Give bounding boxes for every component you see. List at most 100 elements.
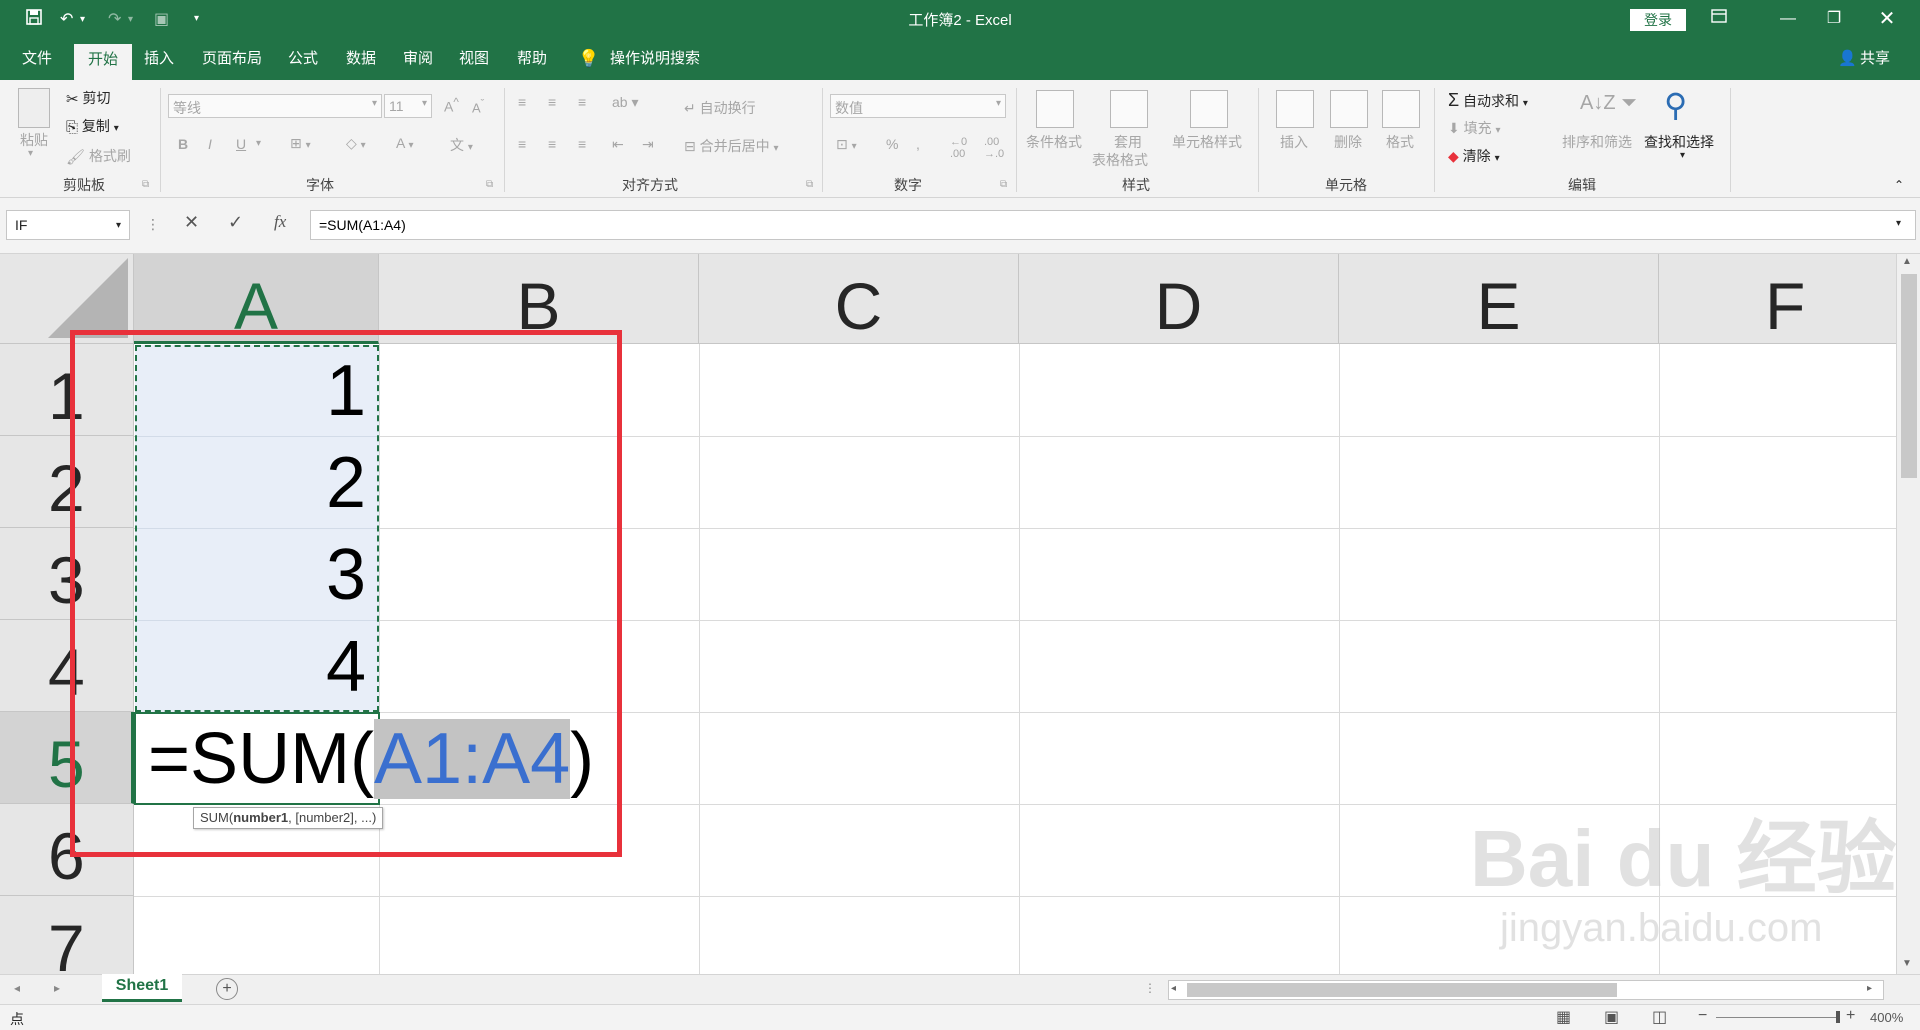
decrease-decimal-icon[interactable]: .00 →.0 xyxy=(984,136,1004,160)
comma-icon[interactable]: , xyxy=(916,136,920,152)
autosum-button[interactable]: Σ 自动求和 ▾ xyxy=(1448,90,1528,111)
clear-button[interactable]: ◆ 清除 ▾ xyxy=(1448,146,1500,166)
login-button[interactable]: 登录 xyxy=(1630,9,1686,31)
format-as-table-line1[interactable]: 套用 xyxy=(1114,132,1142,152)
minimize-icon[interactable]: — xyxy=(1773,6,1803,32)
conditional-format-icon[interactable] xyxy=(1036,90,1074,128)
decrease-indent-icon[interactable]: ⇤ xyxy=(612,136,624,153)
number-format-select[interactable]: 数值 ▾ xyxy=(830,94,1006,118)
border-icon[interactable]: ⊞ ▾ xyxy=(290,135,311,152)
collapse-ribbon-icon[interactable]: ⌃ xyxy=(1894,178,1904,192)
tab-help[interactable]: 帮助 xyxy=(517,49,547,77)
prev-sheet-icon[interactable]: ◂ xyxy=(14,981,20,995)
page-break-view-icon[interactable]: ◫ xyxy=(1652,1007,1667,1027)
align-bottom-icon[interactable]: ≡ xyxy=(578,94,586,110)
underline-button[interactable]: U xyxy=(236,136,246,152)
vertical-scroll-thumb[interactable] xyxy=(1901,274,1917,478)
find-dropdown-icon[interactable]: ▾ xyxy=(1680,150,1685,161)
align-center-icon[interactable]: ≡ xyxy=(548,136,556,152)
delete-cells-button[interactable]: 删除 xyxy=(1334,132,1362,152)
name-box[interactable]: IF ▾ xyxy=(6,210,130,240)
tab-insert[interactable]: 插入 xyxy=(144,49,174,77)
font-size-select[interactable]: 11 ▾ xyxy=(384,94,432,118)
copy-dropdown-icon[interactable]: ▾ xyxy=(114,123,119,134)
sort-filter-icon[interactable]: A↓Z ⏷ xyxy=(1580,92,1637,115)
format-cells-button[interactable]: 格式 xyxy=(1386,132,1414,152)
cell-styles-icon[interactable] xyxy=(1190,90,1228,128)
align-middle-icon[interactable]: ≡ xyxy=(548,94,556,110)
tab-data[interactable]: 数据 xyxy=(346,49,376,77)
sort-filter-button[interactable]: 排序和筛选 xyxy=(1562,132,1632,152)
format-cells-icon[interactable] xyxy=(1382,90,1420,128)
find-magnifier-icon[interactable]: ⚲ xyxy=(1664,86,1687,124)
insert-cells-icon[interactable] xyxy=(1276,90,1314,128)
close-icon[interactable]: ✕ xyxy=(1872,6,1902,32)
tab-review[interactable]: 审阅 xyxy=(403,49,433,77)
fill-button[interactable]: ⬇ 填充 ▾ xyxy=(1448,118,1501,138)
tab-home[interactable]: 开始 xyxy=(74,44,132,80)
column-header-f[interactable]: F xyxy=(1659,254,1896,344)
cancel-entry-icon[interactable]: ✕ xyxy=(184,212,199,233)
sheet-tab-sheet1[interactable]: Sheet1 xyxy=(102,974,182,1002)
increase-decimal-icon[interactable]: ←0.00 xyxy=(950,136,967,160)
format-painter-button[interactable]: 🖌 格式刷 xyxy=(66,146,131,166)
add-sheet-icon[interactable]: + xyxy=(216,978,238,1000)
scroll-right-icon[interactable]: ▸ xyxy=(1867,983,1872,994)
scroll-left-icon[interactable]: ◂ xyxy=(1171,983,1176,994)
zoom-in-icon[interactable]: + xyxy=(1846,1007,1855,1025)
format-as-table-icon[interactable] xyxy=(1110,90,1148,128)
merge-dropdown-icon[interactable]: ▾ xyxy=(774,143,779,154)
dialog-launcher-icon[interactable]: ⧉ xyxy=(1000,179,1007,190)
insert-function-icon[interactable]: fx xyxy=(274,212,286,232)
copy-button[interactable]: ⎘ 复制 ▾ xyxy=(66,116,119,136)
tab-formulas[interactable]: 公式 xyxy=(288,49,318,77)
formula-input[interactable]: =SUM(A1:A4) xyxy=(310,210,1916,240)
zoom-slider-thumb[interactable] xyxy=(1836,1011,1840,1023)
scroll-up-icon[interactable]: ▲ xyxy=(1902,256,1912,267)
worksheet-grid[interactable]: A B C D E F 1 2 3 4 5 6 7 1 2 3 4 =SUM(A… xyxy=(0,254,1896,974)
zoom-out-icon[interactable]: − xyxy=(1698,1007,1707,1025)
column-header-e[interactable]: E xyxy=(1339,254,1659,344)
bold-button[interactable]: B xyxy=(178,136,188,152)
find-select-button[interactable]: 查找和选择 xyxy=(1644,132,1714,152)
vertical-scrollbar[interactable]: ▲ ▼ xyxy=(1896,254,1920,974)
page-layout-view-icon[interactable]: ▣ xyxy=(1604,1007,1619,1027)
increase-font-icon[interactable]: A^ xyxy=(444,96,459,115)
restore-icon[interactable]: ❐ xyxy=(1819,6,1849,32)
row-header-7[interactable]: 7 xyxy=(0,896,134,974)
zoom-slider[interactable] xyxy=(1716,1017,1840,1018)
column-header-c[interactable]: C xyxy=(699,254,1019,344)
merge-center-button[interactable]: ⊟ 合并后居中 ▾ xyxy=(684,136,779,156)
horizontal-scrollbar[interactable]: ◂ ▸ xyxy=(1168,980,1884,1000)
ribbon-display-icon[interactable] xyxy=(1704,6,1734,32)
decrease-font-icon[interactable]: Aˇ xyxy=(472,98,484,115)
increase-indent-icon[interactable]: ⇥ xyxy=(642,136,654,153)
next-sheet-icon[interactable]: ▸ xyxy=(54,981,60,995)
accounting-icon[interactable]: ⊡ ▾ xyxy=(836,136,857,153)
zoom-level[interactable]: 400% xyxy=(1870,1010,1903,1025)
share-button[interactable]: 共享 xyxy=(1860,49,1890,77)
fill-color-icon[interactable]: ◇ ▾ xyxy=(346,135,366,152)
cell-styles-button[interactable]: 单元格样式 xyxy=(1172,132,1242,152)
horizontal-scroll-thumb[interactable] xyxy=(1187,983,1617,997)
delete-cells-icon[interactable] xyxy=(1330,90,1368,128)
expand-formula-icon[interactable]: ▾ xyxy=(1896,218,1901,229)
scroll-down-icon[interactable]: ▼ xyxy=(1902,958,1912,969)
phonetic-icon[interactable]: 文 ▾ xyxy=(450,135,473,155)
tab-file[interactable]: 文件 xyxy=(22,49,52,77)
orientation-icon[interactable]: ab ▾ xyxy=(612,94,639,111)
column-header-d[interactable]: D xyxy=(1019,254,1339,344)
tab-view[interactable]: 视图 xyxy=(459,49,489,77)
insert-cells-button[interactable]: 插入 xyxy=(1280,132,1308,152)
paste-icon[interactable] xyxy=(18,88,50,128)
dialog-launcher-icon[interactable]: ⧉ xyxy=(142,179,149,190)
conditional-format-button[interactable]: 条件格式 xyxy=(1026,132,1082,152)
align-right-icon[interactable]: ≡ xyxy=(578,136,586,152)
tab-split-grip-icon[interactable]: ⋮ xyxy=(1144,981,1156,995)
underline-dropdown-icon[interactable]: ▾ xyxy=(256,138,261,149)
format-as-table-line2[interactable]: 表格格式 xyxy=(1092,150,1148,170)
normal-view-icon[interactable]: ▦ xyxy=(1556,1007,1571,1027)
autosum-dropdown-icon[interactable]: ▾ xyxy=(1523,98,1528,109)
paste-dropdown-icon[interactable]: ▾ xyxy=(28,148,33,159)
dialog-launcher-icon[interactable]: ⧉ xyxy=(486,179,493,190)
